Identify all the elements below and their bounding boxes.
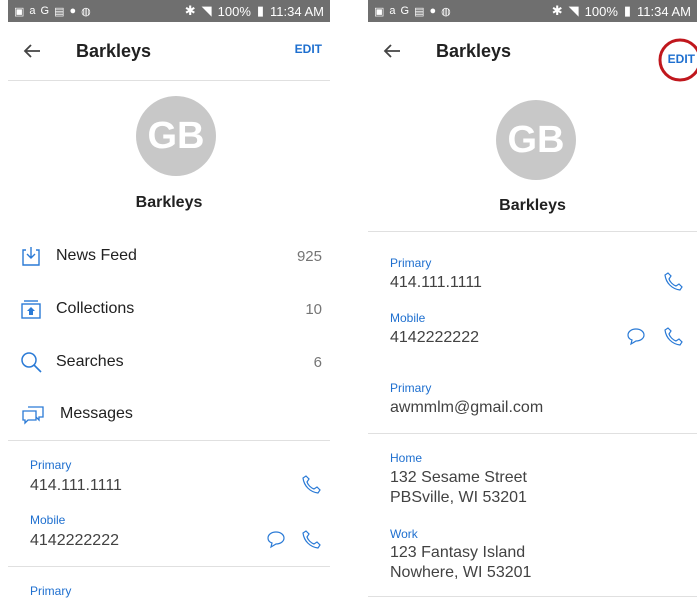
address-type-label: Work	[390, 527, 418, 541]
message-bubble-icon[interactable]	[626, 326, 646, 346]
photos-icon: ▤	[54, 5, 65, 18]
menu-item-count: 925	[296, 247, 322, 265]
phone-type-label: Mobile	[390, 311, 426, 325]
amazon-icon: a	[29, 4, 36, 17]
phone-number: 414.111.1111	[30, 477, 122, 494]
divider	[8, 80, 330, 81]
back-arrow-icon[interactable]	[22, 41, 42, 61]
battery-percent: 100%	[584, 3, 618, 19]
google-icon: G	[400, 4, 410, 17]
highlight-circle	[658, 38, 697, 82]
menu-item-label: Messages	[60, 405, 133, 422]
address-type-label: Home	[390, 451, 423, 465]
user-icon: ◍	[81, 5, 91, 18]
app-bar: Barkleys EDIT	[368, 22, 697, 80]
divider	[368, 231, 697, 232]
phone-type-label: Mobile	[30, 513, 66, 527]
message-bubble-icon[interactable]	[266, 529, 286, 549]
collections-icon	[21, 300, 41, 319]
gallery-icon: ▣	[14, 5, 25, 18]
divider	[8, 440, 330, 441]
menu-item-messages[interactable]: Messages	[8, 394, 330, 434]
battery-icon: ▮	[256, 3, 265, 18]
call-icon[interactable]	[302, 529, 322, 549]
page-title: Barkleys	[436, 40, 512, 61]
menu-item-collections[interactable]: Collections 10	[8, 289, 330, 329]
menu-item-news-feed[interactable]: News Feed 925	[8, 236, 330, 276]
app-bar: Barkleys EDIT	[8, 22, 330, 80]
google-icon: G	[40, 4, 50, 17]
avatar: GB	[136, 96, 216, 176]
messenger-icon: ●	[69, 4, 77, 17]
bluetooth-icon: ✱	[184, 3, 196, 18]
address-line[interactable]: PBSville, WI 53201	[390, 488, 527, 508]
messages-icon	[22, 406, 44, 425]
menu-item-label: Searches	[56, 353, 124, 370]
search-icon	[21, 352, 42, 373]
call-icon[interactable]	[664, 271, 684, 291]
battery-icon: ▮	[623, 3, 632, 18]
call-icon[interactable]	[664, 326, 684, 346]
divider	[8, 566, 330, 567]
status-bar: ▣ a G ▤ ● ◍ ✱ ◥ 100% ▮ 11:34 AM	[368, 0, 697, 22]
phone-type-label: Primary	[30, 458, 72, 472]
menu-item-searches[interactable]: Searches 6	[8, 342, 330, 382]
bluetooth-icon: ✱	[551, 3, 563, 18]
email-address[interactable]: awmmlm@gmail.com	[390, 398, 543, 418]
divider	[368, 433, 697, 434]
phone-number: 414.111.1111	[390, 274, 482, 291]
wifi-icon: ◥	[201, 3, 212, 18]
phone-number: 4142222222	[30, 532, 119, 549]
avatar: GB	[496, 100, 576, 180]
back-arrow-icon[interactable]	[382, 41, 402, 61]
page-title: Barkleys	[76, 40, 152, 61]
clock: 11:34 AM	[637, 3, 691, 19]
amazon-icon: a	[389, 4, 396, 17]
phone-number: 4142222222	[390, 329, 479, 346]
phone-type-label: Primary	[390, 256, 432, 270]
email-type-label: Primary	[30, 584, 72, 598]
edit-button[interactable]: EDIT	[295, 42, 322, 56]
left-screen: ▣ a G ▤ ● ◍ ✱ ◥ 100% ▮ 11:34 AM Barkleys…	[8, 0, 330, 599]
gallery-icon: ▣	[374, 5, 385, 18]
contact-name: Barkleys	[135, 194, 203, 211]
menu-item-label: Collections	[56, 300, 135, 317]
notification-icons: ▣ a G ▤ ● ◍	[368, 5, 451, 18]
messenger-icon: ●	[429, 4, 437, 17]
address-line[interactable]: 123 Fantasy Island	[390, 543, 525, 563]
battery-percent: 100%	[217, 3, 251, 19]
notification-icons: ▣ a G ▤ ● ◍	[8, 5, 91, 18]
address-line[interactable]: Nowhere, WI 53201	[390, 563, 531, 583]
clock: 11:34 AM	[270, 3, 324, 19]
email-type-label: Primary	[390, 381, 432, 395]
contact-name: Barkleys	[499, 197, 566, 214]
menu-item-label: News Feed	[56, 247, 137, 264]
divider	[368, 596, 697, 597]
call-icon[interactable]	[302, 474, 322, 494]
menu-item-count: 10	[305, 300, 322, 318]
right-screen: ▣ a G ▤ ● ◍ ✱ ◥ 100% ▮ 11:34 AM Barkleys…	[368, 0, 697, 599]
status-bar: ▣ a G ▤ ● ◍ ✱ ◥ 100% ▮ 11:34 AM	[8, 0, 330, 22]
wifi-icon: ◥	[568, 3, 579, 18]
photos-icon: ▤	[414, 5, 425, 18]
user-icon: ◍	[441, 5, 451, 18]
menu-item-count: 6	[313, 353, 322, 371]
address-line[interactable]: 132 Sesame Street	[390, 468, 527, 488]
news-feed-icon	[22, 247, 40, 266]
